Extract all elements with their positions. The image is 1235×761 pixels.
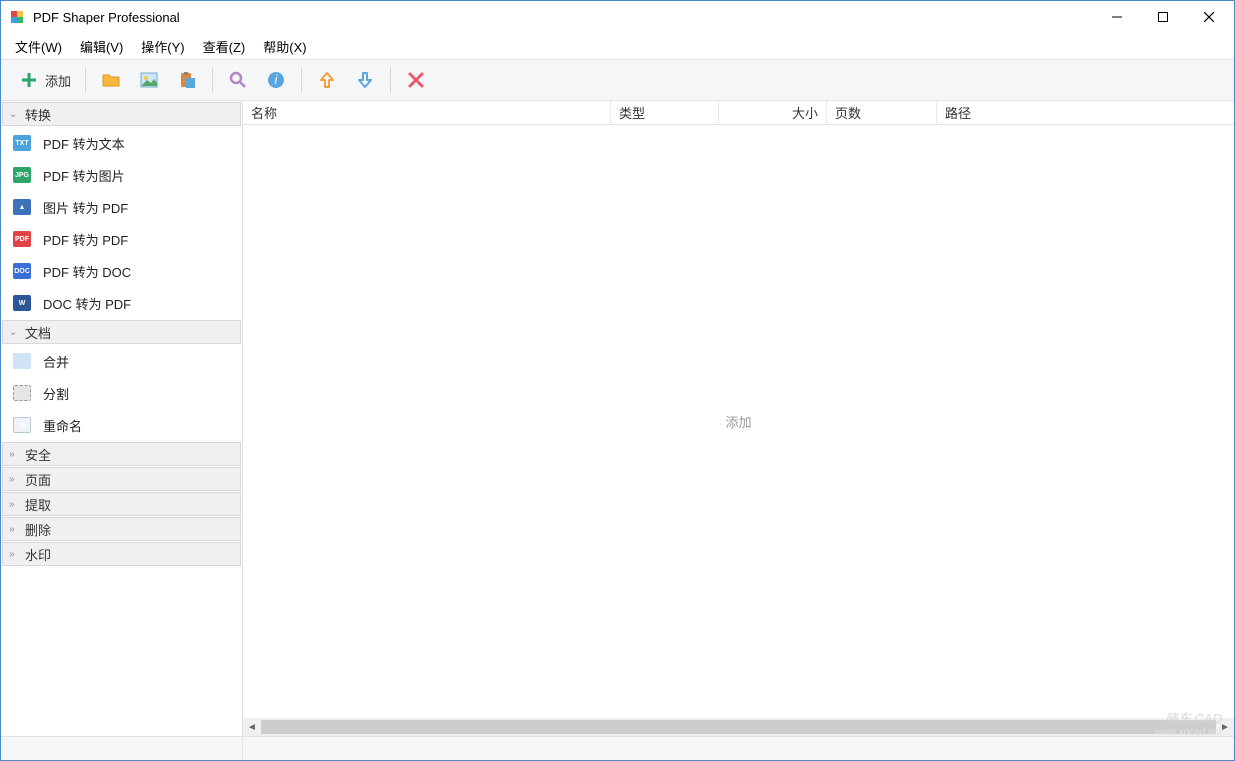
horizontal-scrollbar[interactable]: ◄ ► bbox=[243, 718, 1234, 736]
menu-file[interactable]: 文件(W) bbox=[7, 34, 70, 59]
col-path[interactable]: 路径 bbox=[937, 101, 1234, 124]
toolbar-separator bbox=[85, 67, 86, 93]
statusbar-left bbox=[1, 737, 243, 760]
doc-icon: DOC bbox=[13, 263, 31, 279]
chevron-down-icon: ⌄ bbox=[9, 327, 21, 338]
sidebar-item-pdf-to-image[interactable]: JPGPDF 转为图片 bbox=[1, 159, 242, 191]
file-list-empty[interactable]: 添加 bbox=[243, 125, 1234, 718]
sidebar-item-merge[interactable]: 合并 bbox=[1, 345, 242, 377]
statusbar bbox=[1, 736, 1234, 760]
category-document[interactable]: ⌄文档 bbox=[2, 320, 241, 344]
plus-icon bbox=[19, 70, 39, 90]
info-button[interactable]: i bbox=[257, 64, 295, 96]
category-convert[interactable]: ⌄转换 bbox=[2, 102, 241, 126]
sidebar-item-pdf-to-pdf[interactable]: PDFPDF 转为 PDF bbox=[1, 223, 242, 255]
window-title: PDF Shaper Professional bbox=[33, 10, 1094, 25]
category-watermark[interactable]: »水印 bbox=[2, 542, 241, 566]
toolbar-separator bbox=[301, 67, 302, 93]
titlebar: PDF Shaper Professional bbox=[1, 1, 1234, 33]
toolbar: 添加 i bbox=[1, 59, 1234, 101]
col-size[interactable]: 大小 bbox=[719, 101, 827, 124]
add-button-label: 添加 bbox=[45, 71, 71, 90]
split-icon bbox=[13, 385, 31, 401]
chevron-right-icon: » bbox=[9, 474, 21, 485]
category-security[interactable]: »安全 bbox=[2, 442, 241, 466]
column-headers: 名称 类型 大小 页数 路径 bbox=[243, 101, 1234, 125]
col-type[interactable]: 类型 bbox=[611, 101, 719, 124]
word-icon: W bbox=[13, 295, 31, 311]
sidebar-item-doc-to-pdf[interactable]: WDOC 转为 PDF bbox=[1, 287, 242, 319]
empty-placeholder: 添加 bbox=[725, 412, 751, 431]
sidebar-item-pdf-to-doc[interactable]: DOCPDF 转为 DOC bbox=[1, 255, 242, 287]
clipboard-icon bbox=[177, 70, 197, 90]
menu-help[interactable]: 帮助(X) bbox=[255, 34, 314, 59]
paste-button[interactable] bbox=[168, 64, 206, 96]
scroll-left-icon[interactable]: ◄ bbox=[243, 718, 261, 736]
sidebar: ⌄转换 TXTPDF 转为文本 JPGPDF 转为图片 ▲图片 转为 PDF P… bbox=[1, 101, 243, 736]
add-image-button[interactable] bbox=[130, 64, 168, 96]
search-icon bbox=[228, 70, 248, 90]
remove-button[interactable] bbox=[397, 64, 435, 96]
scroll-right-icon[interactable]: ► bbox=[1216, 718, 1234, 736]
window-controls bbox=[1094, 2, 1232, 32]
add-folder-button[interactable] bbox=[92, 64, 130, 96]
chevron-right-icon: » bbox=[9, 499, 21, 510]
arrow-down-icon bbox=[355, 70, 375, 90]
x-icon bbox=[406, 70, 426, 90]
sidebar-item-image-to-pdf[interactable]: ▲图片 转为 PDF bbox=[1, 191, 242, 223]
txt-icon: TXT bbox=[13, 135, 31, 151]
scroll-thumb[interactable] bbox=[261, 720, 1216, 734]
move-down-button[interactable] bbox=[346, 64, 384, 96]
category-delete[interactable]: »删除 bbox=[2, 517, 241, 541]
menu-action[interactable]: 操作(Y) bbox=[133, 34, 192, 59]
add-button[interactable]: 添加 bbox=[11, 64, 79, 96]
scroll-track[interactable] bbox=[261, 719, 1216, 735]
toolbar-separator bbox=[390, 67, 391, 93]
rename-icon: ab bbox=[13, 417, 31, 433]
toolbar-separator bbox=[212, 67, 213, 93]
category-pages[interactable]: »页面 bbox=[2, 467, 241, 491]
category-extract[interactable]: »提取 bbox=[2, 492, 241, 516]
chevron-right-icon: » bbox=[9, 549, 21, 560]
chevron-right-icon: » bbox=[9, 449, 21, 460]
app-logo-icon bbox=[9, 9, 25, 25]
content-body: ⌄转换 TXTPDF 转为文本 JPGPDF 转为图片 ▲图片 转为 PDF P… bbox=[1, 101, 1234, 736]
chevron-right-icon: » bbox=[9, 524, 21, 535]
jpg-icon: JPG bbox=[13, 167, 31, 183]
col-pages[interactable]: 页数 bbox=[827, 101, 937, 124]
pdf-icon: PDF bbox=[13, 231, 31, 247]
search-button[interactable] bbox=[219, 64, 257, 96]
menubar: 文件(W) 编辑(V) 操作(Y) 查看(Z) 帮助(X) bbox=[1, 33, 1234, 59]
close-button[interactable] bbox=[1186, 2, 1232, 32]
sidebar-item-split[interactable]: 分割 bbox=[1, 377, 242, 409]
col-name[interactable]: 名称 bbox=[243, 101, 611, 124]
merge-icon bbox=[13, 353, 31, 369]
folder-icon bbox=[101, 70, 121, 90]
image-icon bbox=[139, 70, 159, 90]
menu-edit[interactable]: 编辑(V) bbox=[72, 34, 131, 59]
arrow-up-icon bbox=[317, 70, 337, 90]
sidebar-item-pdf-to-text[interactable]: TXTPDF 转为文本 bbox=[1, 127, 242, 159]
move-up-button[interactable] bbox=[308, 64, 346, 96]
sidebar-item-rename[interactable]: ab重命名 bbox=[1, 409, 242, 441]
image-file-icon: ▲ bbox=[13, 199, 31, 215]
minimize-button[interactable] bbox=[1094, 2, 1140, 32]
maximize-button[interactable] bbox=[1140, 2, 1186, 32]
main-panel: 名称 类型 大小 页数 路径 添加 ◄ ► bbox=[243, 101, 1234, 736]
info-icon: i bbox=[266, 70, 286, 90]
chevron-down-icon: ⌄ bbox=[9, 109, 21, 120]
menu-view[interactable]: 查看(Z) bbox=[195, 34, 254, 59]
